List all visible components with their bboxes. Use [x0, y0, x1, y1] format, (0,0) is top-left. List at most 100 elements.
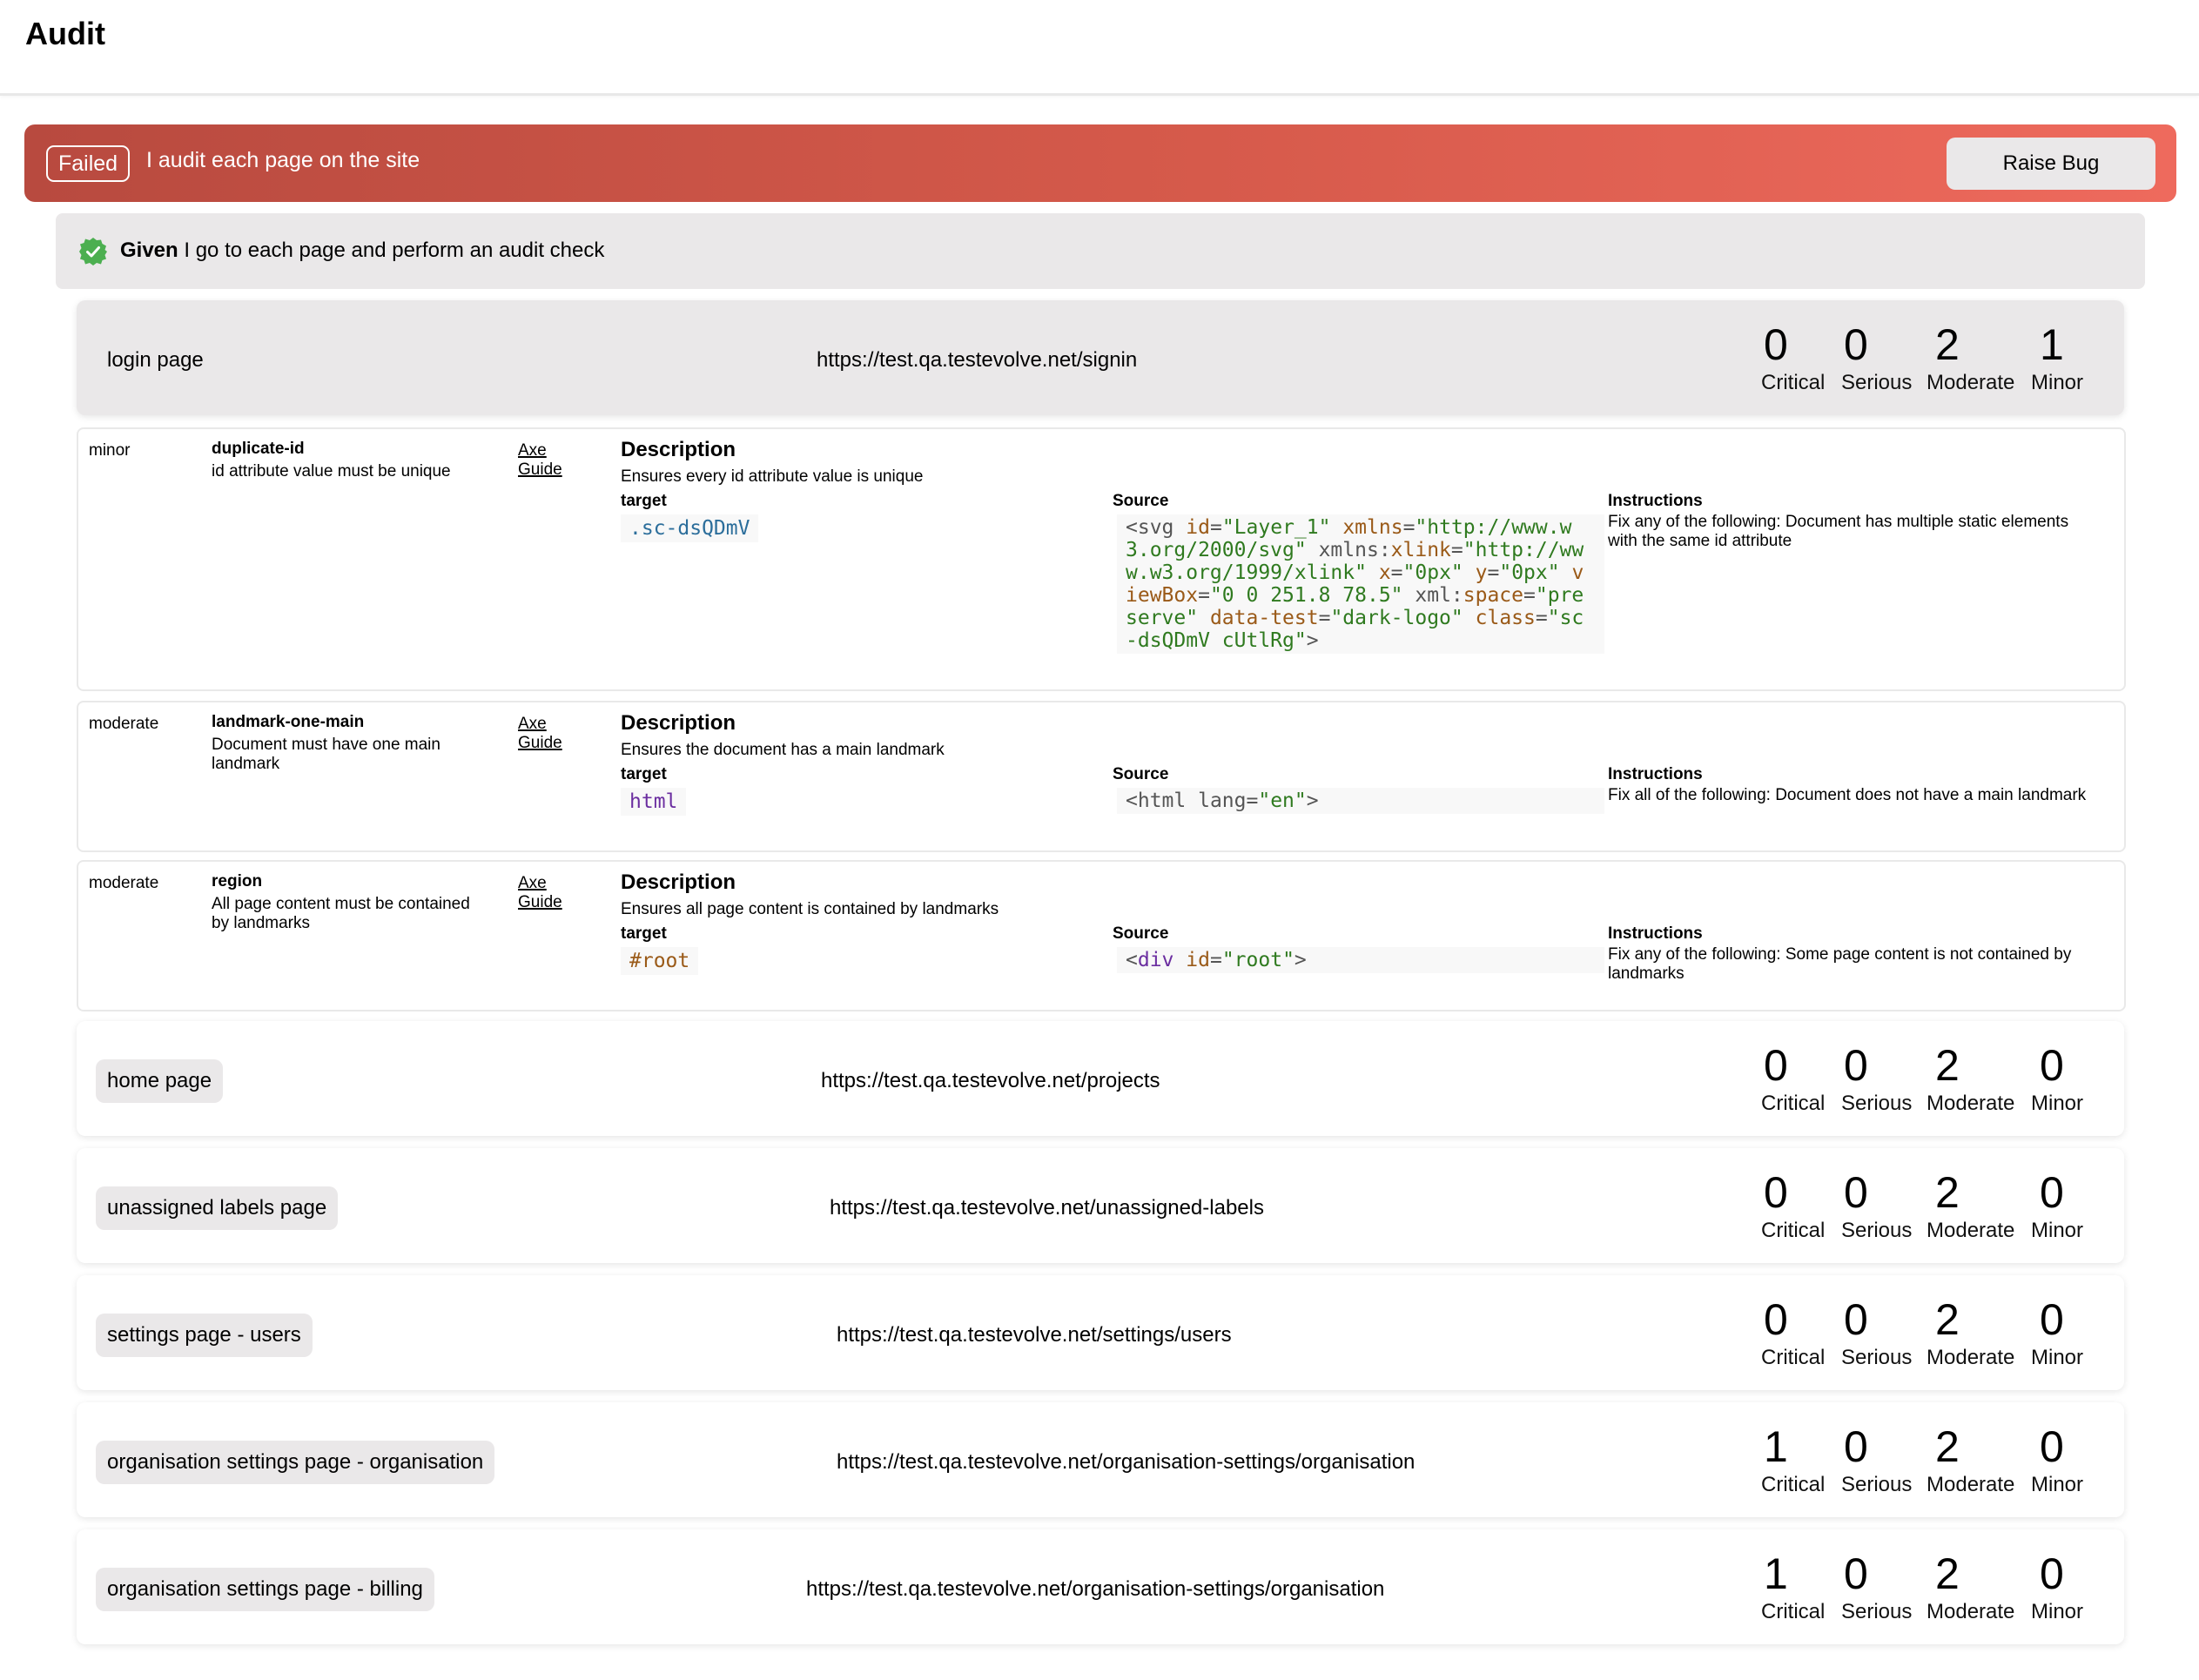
- count-critical: 0 Critical: [1761, 1294, 1825, 1371]
- scenario-banner: Failed I audit each page on the site Rai…: [24, 124, 2176, 202]
- count-value: 0: [2040, 1549, 2064, 1598]
- count-label: Critical: [1761, 1346, 1826, 1369]
- axe-guide-link[interactable]: Axe Guide: [518, 441, 570, 480]
- count-moderate: 2 Moderate: [1927, 1040, 2014, 1117]
- page-row[interactable]: home page https://test.qa.testevolve.net/…: [77, 1021, 2124, 1136]
- page-name: login page: [107, 348, 204, 372]
- count-value: 2: [1935, 1422, 1960, 1471]
- status-badge: Failed: [46, 145, 131, 182]
- count-value: 2: [1935, 1549, 1960, 1598]
- violation-description: Ensures every id attribute value is uniq…: [621, 467, 924, 486]
- step-keyword: Given: [120, 239, 178, 262]
- page-url: https://test.qa.testevolve.net/projects: [821, 1069, 1160, 1092]
- violation-description: Ensures the document has a main landmark: [621, 741, 945, 759]
- axe-guide-link[interactable]: Axe Guide: [518, 874, 570, 912]
- count-minor: 0 Minor: [2031, 1421, 2083, 1498]
- description-heading: Description: [621, 711, 736, 735]
- target-heading: target: [621, 765, 667, 783]
- page-row[interactable]: login page https://test.qa.testevolve.net…: [77, 300, 2124, 415]
- page-row[interactable]: unassigned labels page https://test.qa.te…: [77, 1148, 2124, 1263]
- count-value: 0: [1844, 1168, 1868, 1217]
- count-critical: 1 Critical: [1761, 1549, 1825, 1625]
- step-given[interactable]: Given I go to each page and perform an a…: [56, 213, 2145, 289]
- count-label: Serious: [1841, 1346, 1913, 1369]
- count-label: Moderate: [1927, 1600, 2015, 1623]
- target-heading: target: [621, 492, 667, 510]
- count-value: 1: [1764, 1549, 1788, 1598]
- count-serious: 0 Serious: [1841, 1549, 1912, 1625]
- step-description: I go to each page and perform an audit c…: [184, 239, 605, 262]
- count-label: Serious: [1841, 1473, 1913, 1496]
- count-value: 2: [1935, 1295, 1960, 1344]
- page-name: home page: [96, 1059, 224, 1103]
- count-value: 0: [2040, 1168, 2064, 1217]
- count-value: 1: [1764, 1422, 1788, 1471]
- axe-guide-link[interactable]: Axe Guide: [518, 715, 570, 753]
- page-name: organisation settings page - billing: [96, 1568, 434, 1611]
- count-critical: 1 Critical: [1761, 1421, 1825, 1498]
- count-value: 0: [2040, 1041, 2064, 1090]
- violation-impact: minor: [89, 441, 131, 460]
- count-label: Moderate: [1927, 1092, 2015, 1115]
- page-url: https://test.qa.testevolve.net/settings/…: [837, 1323, 1232, 1347]
- violation-help: All page content must be contained by la…: [212, 895, 470, 932]
- page-row[interactable]: organisation settings page - organisatio…: [77, 1402, 2124, 1517]
- violation-source: <html lang="en">: [1117, 788, 1604, 814]
- violation-impact: moderate: [89, 715, 159, 733]
- count-minor: 1 Minor: [2031, 319, 2083, 396]
- raise-bug-button[interactable]: Raise Bug: [1947, 138, 2155, 190]
- violation-description: Ensures all page content is contained by…: [621, 900, 999, 918]
- violation-rule-id: landmark-one-main: [212, 713, 365, 731]
- instructions-heading: Instructions: [1608, 924, 1703, 943]
- count-serious: 0 Serious: [1841, 319, 1912, 396]
- count-serious: 0 Serious: [1841, 1167, 1912, 1244]
- count-label: Critical: [1761, 1219, 1826, 1242]
- count-label: Moderate: [1927, 1473, 2015, 1496]
- count-label: Moderate: [1927, 1346, 2015, 1369]
- page-row[interactable]: organisation settings page - billing http…: [77, 1529, 2124, 1644]
- count-value: 0: [1844, 1041, 1868, 1090]
- count-serious: 0 Serious: [1841, 1421, 1912, 1498]
- violation-source: <svg id="Layer_1" xmlns="http://www.w3.o…: [1117, 514, 1604, 654]
- violation-target: .sc-dsQDmV: [621, 514, 759, 542]
- count-critical: 0 Critical: [1761, 1167, 1825, 1244]
- page-row[interactable]: settings page - users https://test.qa.tes…: [77, 1275, 2124, 1390]
- count-critical: 0 Critical: [1761, 319, 1825, 396]
- count-label: Critical: [1761, 1473, 1826, 1496]
- severity-counts: 1 Critical 0 Serious 2 Moderate 0 Minor: [1761, 1549, 2109, 1636]
- count-label: Minor: [2031, 1600, 2084, 1623]
- count-serious: 0 Serious: [1841, 1040, 1912, 1117]
- violation-card: moderate region All page content must be c…: [77, 860, 2126, 1011]
- count-value: 2: [1935, 1168, 1960, 1217]
- count-label: Critical: [1761, 1600, 1826, 1623]
- page-url: https://test.qa.testevolve.net/organisat…: [837, 1450, 1416, 1474]
- page-name: unassigned labels page: [96, 1186, 339, 1230]
- violation-target: #root: [621, 947, 699, 975]
- count-moderate: 2 Moderate: [1927, 319, 2014, 396]
- instructions-heading: Instructions: [1608, 765, 1703, 783]
- page-name: organisation settings page - organisatio…: [96, 1441, 495, 1484]
- count-value: 0: [2040, 1295, 2064, 1344]
- page-url: https://test.qa.testevolve.net/unassigne…: [830, 1196, 1264, 1220]
- severity-counts: 0 Critical 0 Serious 2 Moderate 1 Minor: [1761, 319, 2109, 407]
- step-text: Given I go to each page and perform an a…: [120, 239, 604, 263]
- count-value: 0: [1764, 1295, 1788, 1344]
- scenario-title: I audit each page on the site: [146, 148, 420, 172]
- count-label: Minor: [2031, 371, 2084, 394]
- violation-rule-id: duplicate-id: [212, 440, 305, 458]
- count-moderate: 2 Moderate: [1927, 1421, 2014, 1498]
- count-label: Minor: [2031, 1219, 2084, 1242]
- source-heading: Source: [1113, 765, 1169, 783]
- count-label: Moderate: [1927, 371, 2015, 394]
- severity-counts: 0 Critical 0 Serious 2 Moderate 0 Minor: [1761, 1167, 2109, 1254]
- source-heading: Source: [1113, 924, 1169, 943]
- page-url: https://test.qa.testevolve.net/signin: [817, 348, 1138, 372]
- count-label: Critical: [1761, 1092, 1826, 1115]
- check-badge-icon: [79, 238, 107, 265]
- violation-instructions: Fix all of the following: Document does …: [1608, 786, 2087, 804]
- target-heading: target: [621, 924, 667, 943]
- count-minor: 0 Minor: [2031, 1040, 2083, 1117]
- violation-card: moderate landmark-one-main Document must h…: [77, 701, 2126, 852]
- violation-help: Document must have one main landmark: [212, 736, 440, 773]
- count-critical: 0 Critical: [1761, 1040, 1825, 1117]
